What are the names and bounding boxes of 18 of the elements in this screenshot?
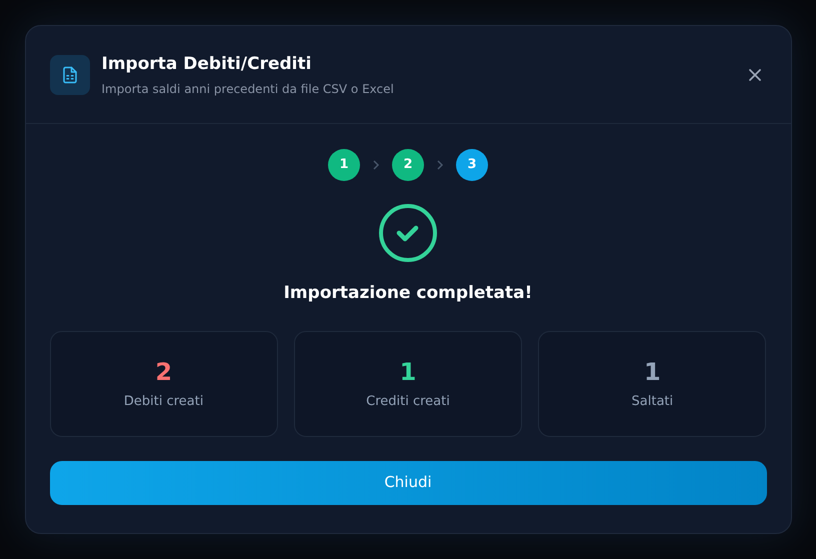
step-indicator: 1: [328, 149, 360, 181]
step-indicator: 3: [456, 149, 488, 181]
file-icon: [50, 54, 90, 94]
result-title: Importazione completata!: [284, 282, 532, 305]
stat-value: 2: [155, 356, 172, 388]
success-check-icon: [378, 203, 438, 263]
stat-label: Debiti creati: [124, 392, 204, 411]
chevron-icon: [372, 160, 380, 170]
step-indicator: 2: [392, 149, 424, 181]
chevron-icon: [436, 160, 444, 170]
stat-value: 1: [644, 356, 661, 388]
stat-label: Saltati: [632, 392, 674, 411]
close-dialog-button[interactable]: Chiudi: [50, 460, 766, 504]
stat-label: Crediti creati: [366, 392, 450, 411]
dialog-subtitle: Importa saldi anni precedenti da file CSV o Excel: [102, 80, 394, 98]
stat-value: 1: [400, 356, 416, 388]
close-icon: [748, 68, 762, 82]
dialog-title: Importa Debiti/Crediti: [102, 52, 312, 76]
